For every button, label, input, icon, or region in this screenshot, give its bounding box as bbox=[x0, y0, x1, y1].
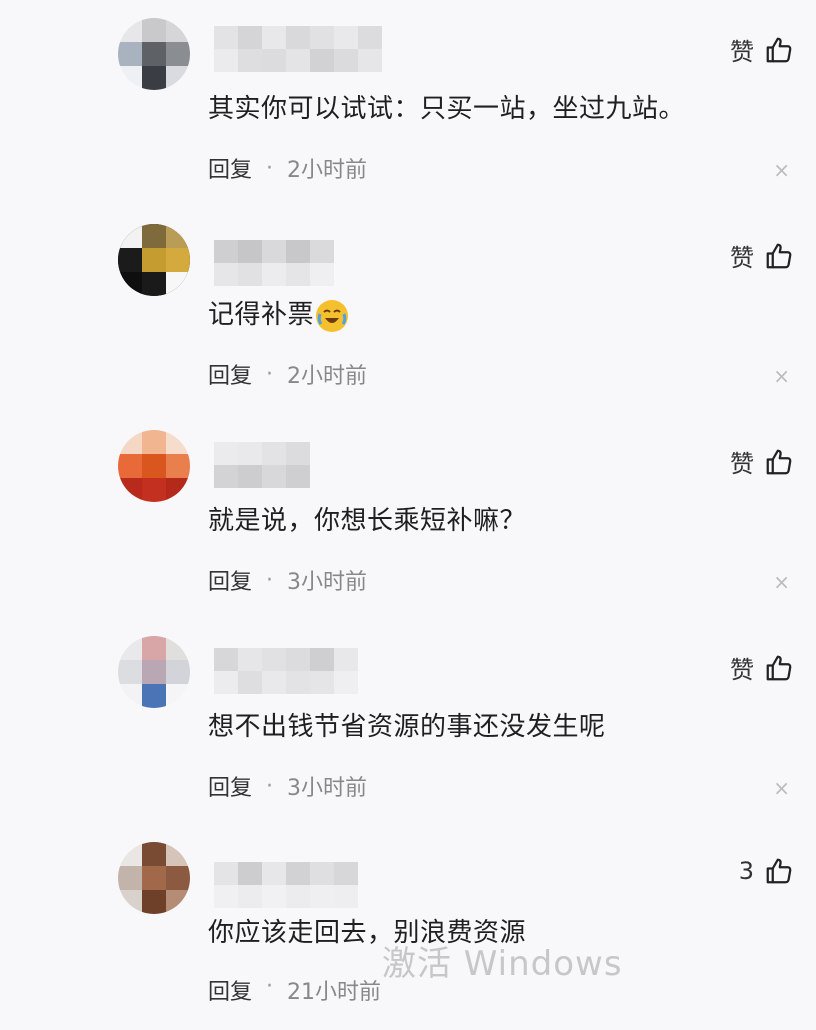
crying-laughing-emoji-icon bbox=[316, 299, 349, 332]
avatar[interactable] bbox=[118, 430, 190, 502]
activate-windows-watermark: 激活 Windows bbox=[382, 944, 623, 984]
meta-separator: · bbox=[266, 567, 274, 593]
like-button[interactable]: 3 bbox=[739, 856, 794, 886]
avatar[interactable] bbox=[118, 18, 190, 90]
comment-item: 赞 其实你可以试试：只买一站，坐过九站。 回复 · 2小时前 × bbox=[0, 0, 816, 206]
meta-separator: · bbox=[266, 974, 274, 999]
like-label: 赞 bbox=[730, 656, 754, 684]
like-label: 赞 bbox=[730, 38, 754, 66]
like-count: 3 bbox=[738, 857, 754, 885]
like-label: 赞 bbox=[730, 450, 754, 478]
like-button[interactable]: 赞 bbox=[730, 444, 794, 479]
username-blurred[interactable] bbox=[214, 442, 310, 488]
reply-button[interactable]: 回复 bbox=[208, 770, 252, 802]
thumb-up-icon bbox=[766, 858, 792, 884]
comment-time: 3小时前 bbox=[287, 570, 368, 595]
comment-item: 赞 就是说，你想长乘短补嘛？ 回复 · 3小时前 × bbox=[0, 412, 816, 618]
comment-meta: 回复 · 2小时前 bbox=[208, 358, 367, 390]
meta-separator: · bbox=[266, 773, 274, 799]
comment-item: 赞 想不出钱节省资源的事还没发生呢 回复 · 3小时前 × bbox=[0, 618, 816, 824]
reply-button[interactable]: 回复 bbox=[208, 358, 252, 390]
comment-text: 就是说，你想长乘短补嘛？ bbox=[208, 506, 527, 536]
comment-text: 记得补票 bbox=[208, 300, 315, 330]
comment-time: 2小时前 bbox=[287, 158, 368, 183]
like-button[interactable]: 赞 bbox=[730, 650, 794, 685]
thumb-up-icon bbox=[766, 37, 792, 62]
avatar[interactable] bbox=[118, 842, 190, 914]
comment-meta: 回复 · 2小时前 bbox=[208, 152, 367, 184]
meta-separator: · bbox=[266, 155, 274, 181]
like-button[interactable]: 赞 bbox=[730, 238, 794, 273]
close-icon[interactable]: × bbox=[773, 158, 790, 182]
comment-item: 3 你应该走回去，别浪费资源 bbox=[0, 824, 816, 1030]
close-icon[interactable]: × bbox=[773, 570, 790, 594]
comment-time: 21小时前 bbox=[287, 980, 382, 1005]
comment-time: 2小时前 bbox=[287, 364, 368, 389]
comment-meta: 回复 · 21小时前 bbox=[208, 974, 381, 1006]
like-button[interactable]: 赞 bbox=[730, 32, 794, 67]
username-blurred[interactable] bbox=[214, 240, 334, 286]
avatar[interactable] bbox=[118, 224, 190, 296]
username-blurred[interactable] bbox=[214, 862, 358, 908]
comment-text: 想不出钱节省资源的事还没发生呢 bbox=[208, 712, 606, 742]
avatar[interactable] bbox=[118, 636, 190, 708]
username-blurred[interactable] bbox=[214, 648, 358, 694]
comment-text: 其实你可以试试：只买一站，坐过九站。 bbox=[208, 94, 686, 124]
meta-separator: · bbox=[266, 361, 274, 387]
thumb-up-icon bbox=[766, 243, 792, 268]
comment-meta: 回复 · 3小时前 bbox=[208, 770, 367, 802]
reply-button[interactable]: 回复 bbox=[208, 974, 252, 1006]
thumb-up-icon bbox=[766, 449, 792, 474]
like-label: 赞 bbox=[730, 244, 754, 272]
thumb-up-icon bbox=[766, 655, 792, 680]
username-blurred[interactable] bbox=[214, 26, 382, 72]
comment-meta: 回复 · 3小时前 bbox=[208, 564, 367, 596]
reply-button[interactable]: 回复 bbox=[208, 564, 252, 596]
close-icon[interactable]: × bbox=[773, 776, 790, 800]
comment-text-row: 记得补票 bbox=[208, 294, 349, 332]
close-icon[interactable]: × bbox=[773, 364, 790, 388]
comment-time: 3小时前 bbox=[287, 776, 368, 801]
comment-item: 赞 记得补票 回复 · 2小时前 × bbox=[0, 206, 816, 412]
reply-button[interactable]: 回复 bbox=[208, 152, 252, 184]
